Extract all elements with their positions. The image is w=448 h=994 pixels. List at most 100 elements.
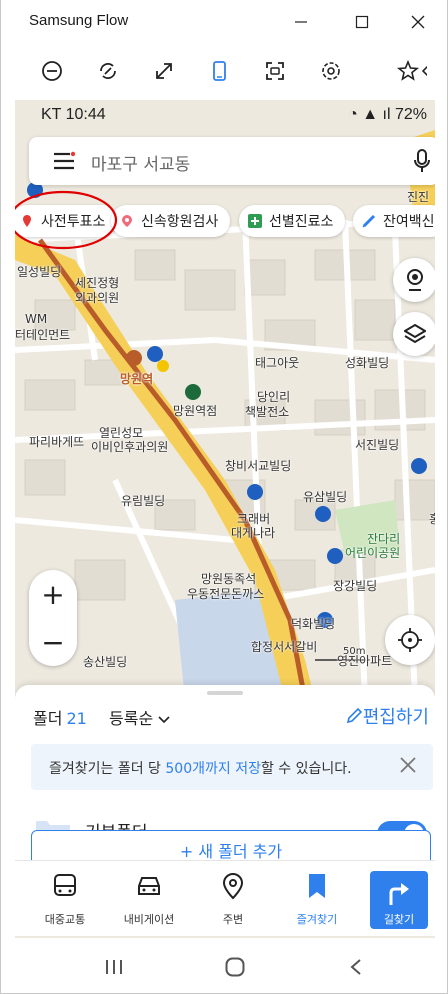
menu-icon[interactable] [53, 151, 75, 171]
car-icon [134, 871, 164, 901]
map-label[interactable]: 대게나라 [231, 524, 275, 541]
close-window-button[interactable] [404, 8, 432, 36]
minus-icon: − [41, 625, 65, 659]
home-button[interactable] [220, 952, 250, 982]
minimize-circle-icon [42, 61, 62, 81]
android-status-bar: KT 10:44 ◔ ▲ ıl 72% [15, 100, 435, 132]
location-pin-icon [218, 871, 248, 901]
map-label[interactable]: 장강빌딩 [333, 577, 377, 594]
tab-label: 내비게이션 [123, 913, 175, 926]
map-label[interactable]: 태그아웃 [255, 354, 299, 371]
tab-label: 길찾기 [383, 913, 415, 926]
status-battery: ◔ ▲ ıl 72% [348, 106, 427, 123]
bus-icon [50, 871, 80, 901]
sheet-handle[interactable] [207, 691, 243, 695]
wifi-signal-icon: ◔ ▲ ıl [348, 106, 395, 123]
map-label[interactable]: 유삼빌딩 [303, 488, 347, 505]
recent-apps-icon [106, 960, 122, 974]
sort-dropdown[interactable]: 등록순 [109, 705, 170, 729]
map-label[interactable]: 합정서서갈비 [251, 638, 317, 655]
chip-remaining-vaccine[interactable]: 잔여백신 [353, 205, 435, 237]
zoom-in-button[interactable]: + [29, 570, 77, 618]
settings-button[interactable] [316, 56, 346, 86]
street-view-icon [407, 269, 423, 291]
screenshot-button[interactable] [260, 56, 290, 86]
phone-screen: 일성빌딩 세진정형 외과의원 WM 터테인먼트 망원역 망원역점 태그아웃 성화… [15, 100, 435, 993]
edit-button[interactable]: 편집하기 [345, 703, 429, 729]
search-input[interactable]: 마포구 서교동 [91, 150, 190, 175]
zoom-control: + − [29, 570, 77, 666]
tab-transit[interactable]: 대중교통 [23, 861, 107, 937]
street-view-button[interactable] [393, 258, 435, 302]
back-button[interactable] [341, 952, 371, 982]
close-icon [411, 15, 425, 29]
route-arrow-icon [389, 883, 409, 905]
favorite-star-icon [397, 60, 427, 81]
map-layers-button[interactable] [393, 312, 435, 356]
tab-label: 대중교통 [44, 913, 86, 926]
minimize-circle-button[interactable] [37, 56, 67, 86]
samsung-flow-window: Samsung Flow 일성빌딩 세진정형 외과의원 WM 터테인먼트 망원역… [0, 0, 448, 994]
bottom-tab-bar: 대중교통 내비게이션 주변 즐겨찾기 길찾기 [15, 860, 435, 936]
chip-label: 잔여백신 [383, 214, 435, 230]
chip-rapid-antigen[interactable]: 신속항원검사 [111, 205, 231, 237]
map-label[interactable]: WM [25, 312, 47, 326]
map-label[interactable]: 외과의원 [75, 289, 119, 306]
chip-screening-clinic[interactable]: 선별진료소 [239, 205, 346, 237]
map-label[interactable]: 이비인후과의원 [91, 438, 168, 455]
expand-button[interactable] [149, 56, 179, 86]
tab-label: 주변 [222, 913, 244, 926]
map-label[interactable]: 망원역점 [173, 402, 217, 419]
map-label[interactable]: 덕화빌딩 [291, 615, 335, 632]
close-icon[interactable] [399, 756, 417, 774]
sync-button[interactable] [93, 56, 123, 86]
map-label[interactable]: 서진빌딩 [355, 436, 399, 453]
settings-icon [322, 62, 340, 80]
map-label[interactable]: 책발전소 [245, 403, 289, 420]
map-search-bar[interactable]: 마포구 서교동 [29, 137, 435, 185]
map-label[interactable]: 창비서교빌딩 [225, 457, 291, 474]
tab-navigation[interactable]: 내비게이션 [107, 861, 191, 937]
window-titlebar: Samsung Flow [1, 0, 447, 42]
map-label[interactable]: 일성빌딩 [17, 263, 61, 280]
chevron-down-icon [158, 716, 170, 724]
minimize-icon [295, 21, 307, 23]
plus-icon: + [41, 577, 65, 611]
tab-favorites[interactable]: 즐겨찾기 [275, 861, 359, 937]
recent-apps-button[interactable] [99, 952, 129, 982]
map-label[interactable]: 우동전문돈까스 [187, 585, 264, 602]
map-label[interactable]: 송산빌딩 [83, 653, 127, 670]
map-label[interactable]: 성화빌딩 [345, 354, 389, 371]
sync-icon [100, 63, 116, 79]
map-label[interactable]: 파리바게뜨 [29, 433, 84, 450]
map-label[interactable]: 어린이공원 [345, 544, 400, 561]
maximize-icon [355, 15, 369, 29]
tab-directions[interactable]: 길찾기 [370, 871, 428, 929]
chip-label: 선별진료소 [269, 214, 334, 230]
map-scale-label: 50m [343, 646, 366, 657]
red-annotation-circle [15, 190, 118, 250]
current-location-button[interactable] [385, 615, 435, 665]
microphone-icon[interactable] [413, 149, 431, 173]
map-label[interactable]: 망원역 [120, 370, 153, 387]
maximize-window-button[interactable] [348, 8, 376, 36]
screenshot-icon [266, 62, 284, 80]
back-icon [350, 959, 361, 975]
pencil-icon [346, 707, 362, 724]
map-label[interactable]: 홍익 [429, 510, 435, 527]
crosshair-icon [398, 628, 422, 652]
android-nav-bar [15, 938, 435, 993]
notice-text: 즐겨찾기는 폴더 당 500개까지 저장할 수 있습니다. [49, 761, 352, 777]
favorites-notice: 즐겨찾기는 폴더 당 500개까지 저장할 수 있습니다. [31, 744, 433, 790]
map-label[interactable]: 진진 [407, 188, 429, 205]
favorite-button[interactable] [397, 56, 427, 86]
syringe-icon [361, 213, 377, 229]
minimize-window-button[interactable] [287, 8, 315, 36]
zoom-out-button[interactable]: − [29, 618, 77, 666]
flow-toolbar [1, 42, 447, 100]
map-label[interactable]: 터테인먼트 [15, 326, 70, 343]
home-icon [225, 957, 245, 977]
phone-screen-button[interactable] [204, 56, 234, 86]
map-label[interactable]: 유림빌딩 [121, 492, 165, 509]
tab-nearby[interactable]: 주변 [191, 861, 275, 937]
